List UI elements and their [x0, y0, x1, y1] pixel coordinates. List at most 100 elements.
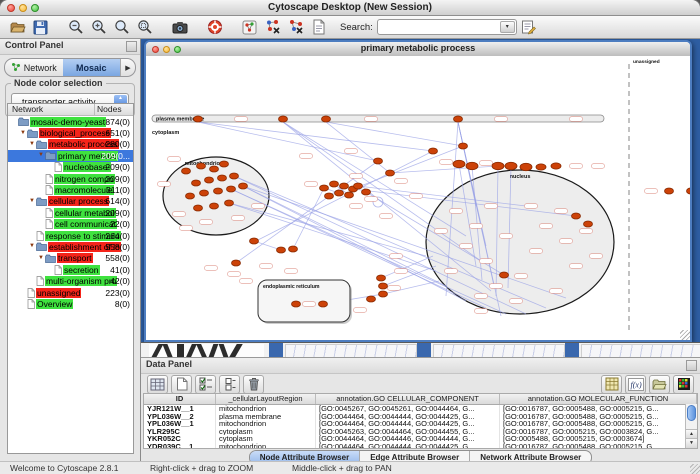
zoom-selected-icon[interactable] [135, 18, 154, 36]
tree-row[interactable]: ▼biological_process651(0) [8, 127, 133, 138]
network-node[interactable] [520, 163, 532, 170]
expand-arrow-icon[interactable]: ▼ [28, 196, 36, 207]
tree-column-nodes[interactable]: Nodes [95, 104, 133, 115]
network-node[interactable] [429, 148, 438, 154]
delete-attr-icon[interactable] [243, 375, 264, 394]
network-node[interactable] [277, 247, 286, 253]
tree-row[interactable]: response to stimulu264(0) [8, 230, 133, 241]
network-canvas[interactable]: nucleusmitochondrionplasma membranecytop… [146, 56, 690, 340]
attr-select-icon[interactable] [147, 375, 168, 394]
network-node[interactable] [210, 166, 219, 172]
table-column-header[interactable]: _cellularLayoutRegion [216, 394, 316, 404]
network-node[interactable] [232, 260, 241, 266]
table-row[interactable]: YPL036W__2plasma membrane[GO:0044464, GO… [144, 413, 697, 421]
table-column-header[interactable]: annotation.GO CELLULAR_COMPONENT [316, 394, 500, 404]
network-node[interactable] [289, 246, 298, 252]
expand-arrow-icon[interactable]: ▼ [37, 150, 45, 161]
network-node[interactable] [197, 163, 206, 169]
float-panel-icon[interactable] [686, 360, 697, 371]
network-node[interactable] [227, 186, 236, 192]
table-column-header[interactable]: annotation.GO MOLECULAR_FUNCTION [500, 394, 697, 404]
tree-row[interactable]: ▼transport558(0) [8, 253, 133, 264]
unselect-attr-icon[interactable] [219, 375, 240, 394]
expand-arrow-icon[interactable]: ▼ [28, 139, 36, 150]
network-node[interactable] [453, 160, 465, 167]
zoom-out-icon[interactable] [66, 18, 85, 36]
network-node[interactable] [572, 213, 581, 219]
network-node[interactable] [325, 193, 334, 199]
new-attr-icon[interactable] [171, 375, 192, 394]
network-node[interactable] [374, 158, 383, 164]
matrix-icon[interactable] [673, 375, 694, 394]
network-node[interactable] [379, 283, 388, 289]
network-node[interactable] [345, 192, 354, 198]
network-node[interactable] [194, 205, 203, 211]
tree-row[interactable]: cellular metabol209(0) [8, 207, 133, 218]
float-panel-icon[interactable] [126, 41, 137, 52]
tree-row[interactable]: ▼cellular process614(0) [8, 196, 133, 207]
search-dropdown-icon[interactable]: ▾ [500, 21, 515, 33]
tab-mosaic[interactable]: Mosaic [63, 59, 121, 76]
table-row[interactable]: YJR121W__1mitochondrion[GO:0045267, GO:0… [144, 405, 697, 413]
network-node[interactable] [250, 238, 259, 244]
table-row[interactable]: YPL036W__1mitochondrion[GO:0044464, GO:0… [144, 420, 697, 428]
resize-grip[interactable] [690, 464, 700, 474]
network-node[interactable] [687, 188, 691, 194]
help-icon[interactable] [205, 18, 224, 36]
network-node[interactable] [362, 189, 371, 195]
search-input[interactable]: ▾ [377, 19, 517, 35]
tab-network[interactable]: Network [5, 59, 63, 76]
open-icon[interactable] [8, 18, 27, 36]
network-node[interactable] [186, 193, 195, 199]
expand-arrow-icon[interactable]: ▼ [28, 241, 36, 252]
formula-icon[interactable]: f(x) [625, 375, 646, 394]
network-node[interactable] [218, 175, 227, 181]
network-node[interactable] [214, 188, 223, 194]
tree-row[interactable]: nucleobase-209(0) [8, 162, 133, 173]
tree-row[interactable]: ▼establishment of lo558(0) [8, 241, 133, 252]
network-node[interactable] [340, 183, 349, 189]
network-node[interactable] [279, 116, 288, 122]
network-node[interactable] [505, 162, 517, 169]
network-node[interactable] [330, 181, 339, 187]
expand-arrow-icon[interactable]: ▼ [19, 128, 27, 139]
network-node[interactable] [205, 177, 214, 183]
table-column-header[interactable]: ID [144, 394, 216, 404]
network-node[interactable] [454, 116, 463, 122]
tab-overflow-button[interactable]: ▶ [120, 59, 135, 76]
network-node[interactable] [292, 301, 301, 307]
network-node[interactable] [194, 116, 203, 122]
tree-row[interactable]: secretion41(0) [8, 264, 133, 275]
network-node[interactable] [500, 272, 509, 278]
network-node[interactable] [210, 203, 219, 209]
edit-nodes-icon[interactable] [263, 18, 282, 36]
tree-row[interactable]: ▼primary metabo209(0... [8, 150, 133, 161]
network-node[interactable] [322, 116, 331, 122]
network-node[interactable] [200, 190, 209, 196]
network-node[interactable] [220, 161, 229, 167]
network-node[interactable] [459, 143, 468, 149]
tree-row[interactable]: multi-organism pro42(0) [8, 275, 133, 286]
network-node[interactable] [466, 162, 478, 169]
network-node[interactable] [536, 164, 546, 170]
snapshot-icon[interactable] [170, 18, 189, 36]
network-node[interactable] [335, 190, 344, 196]
tree-row[interactable]: Overview8(0) [8, 298, 133, 309]
zoom-fit-icon[interactable] [112, 18, 131, 36]
network-node[interactable] [192, 180, 201, 186]
zoom-in-icon[interactable] [89, 18, 108, 36]
tree-row[interactable]: ▼metabolic process280(0) [8, 139, 133, 150]
network-node[interactable] [320, 185, 329, 191]
edit-edges-icon[interactable] [286, 18, 305, 36]
network-view-window[interactable]: primary metabolic process nucleusmitocho… [144, 40, 692, 342]
tree-row[interactable]: unassigned223(0) [8, 287, 133, 298]
scrollbar-thumb[interactable] [687, 405, 696, 421]
network-node[interactable] [367, 296, 376, 302]
search-config-icon[interactable] [519, 18, 538, 36]
network-node[interactable] [239, 183, 248, 189]
network-node[interactable] [379, 291, 388, 297]
import-table-icon[interactable] [649, 375, 670, 394]
resize-grip[interactable] [680, 330, 690, 340]
window-titlebar[interactable]: Cytoscape Desktop (New Session) [0, 0, 700, 16]
tree-row[interactable]: nitrogen compo209(0) [8, 173, 133, 184]
